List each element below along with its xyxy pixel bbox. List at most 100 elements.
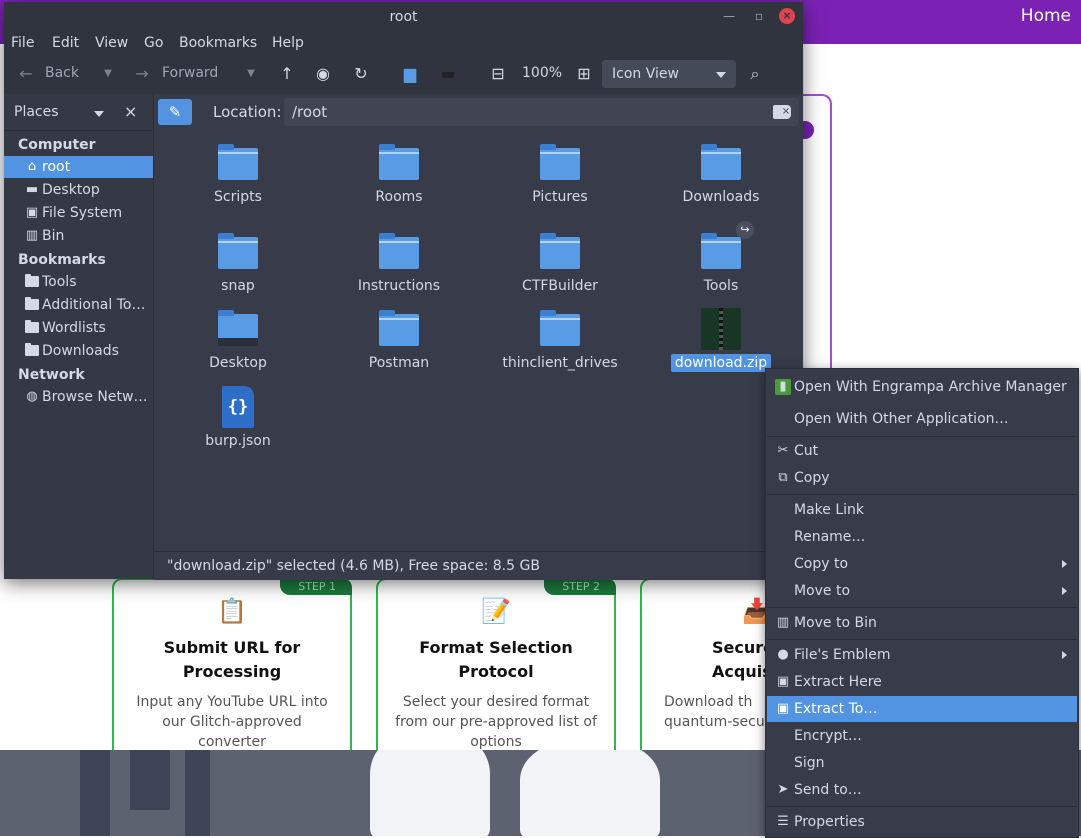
file-item-pictures[interactable]: Pictures [485,144,635,206]
menu-view[interactable]: View [95,35,128,51]
clear-icon[interactable]: × [773,105,791,119]
close-icon[interactable]: × [124,102,137,121]
sidebar-pane-select[interactable]: Places [14,104,59,120]
menu-send-to[interactable]: ➤ Send to… [767,777,1077,803]
title-bar[interactable]: root — ▫ × [4,2,803,32]
sidebar-item-label: Desktop [42,182,100,198]
sidebar-item-desktop[interactable]: ▬ Desktop [4,179,153,201]
sidebar-item-downloads[interactable]: Downloads [4,340,153,362]
reload-icon[interactable]: ↻ [351,64,371,84]
menu-move-to[interactable]: Move to [767,578,1077,604]
trash-icon: ▥ [776,615,790,630]
step-title: Secure Acquis [712,638,774,681]
sidebar-item-additional-tools[interactable]: Additional To… [4,294,153,316]
menu-encrypt[interactable]: Encrypt… [767,723,1077,749]
file-item-instructions[interactable]: Instructions [324,233,474,295]
file-name: Rooms [375,189,423,205]
menu-help[interactable]: Help [272,35,304,51]
minimize-icon[interactable]: — [721,8,737,24]
close-icon[interactable]: × [779,8,795,24]
menu-file[interactable]: File [11,35,34,51]
file-item-tools-link[interactable]: ↪ Tools [646,221,796,295]
menu-make-link[interactable]: Make Link [767,497,1077,523]
zoom-out-icon[interactable]: ⊟ [488,64,508,84]
menu-extract-to[interactable]: ▣ Extract To… [767,696,1077,722]
menu-copy[interactable]: ⧉ Copy [767,465,1077,491]
file-item-snap[interactable]: snap [163,233,313,295]
sidebar-item-label: Downloads [42,343,119,359]
trash-icon: ▥ [25,228,39,243]
zoom-in-icon[interactable]: ⊞ [574,64,594,84]
sidebar: Places × Computer ⌂ root ▬ Desktop ▣ Fil… [4,94,154,579]
menu-copy-to[interactable]: Copy to [767,551,1077,577]
sidebar-item-file-system[interactable]: ▣ File System [4,202,153,224]
menu-extract-here[interactable]: ▣ Extract Here [767,669,1077,695]
location-input[interactable]: /root × [284,98,799,126]
computer-icon[interactable]: ▬ [438,64,458,84]
file-item-burp-json[interactable]: {} burp.json [163,386,313,450]
zoom-level: 100% [522,65,563,81]
back-history-dropdown-icon[interactable]: ▼ [98,64,118,84]
folder-icon [379,233,419,269]
menu-edit[interactable]: Edit [52,35,79,51]
file-name: Pictures [532,189,588,205]
search-icon[interactable]: ⌕ [745,64,765,84]
sidebar-item-wordlists[interactable]: Wordlists [4,317,153,339]
file-item-postman[interactable]: Postman [324,310,474,372]
menu-item-label: Properties [794,814,865,830]
menu-properties[interactable]: ☰ Properties [767,809,1077,835]
menu-item-label: Extract To… [794,701,878,717]
menu-separator [767,607,1077,608]
view-mode-select[interactable]: Icon View [602,60,736,88]
menu-item-label: Open With Engrampa Archive Manager [794,379,1067,395]
archive-extract-icon: ▣ [776,674,790,689]
menu-open-with-engrampa[interactable]: ▮ Open With Engrampa Archive Manager [767,374,1077,400]
file-item-rooms[interactable]: Rooms [324,144,474,206]
menu-rename[interactable]: Rename… [767,524,1077,550]
menu-sign[interactable]: Sign [767,750,1077,776]
context-menu: ▮ Open With Engrampa Archive Manager Ope… [765,368,1079,838]
file-name: Downloads [682,189,760,205]
menu-go[interactable]: Go [144,35,163,51]
home-icon: ⌂ [27,159,37,174]
zip-archive-icon [701,308,741,350]
file-item-scripts[interactable]: Scripts [163,144,313,206]
scissors-icon: ✂ [777,443,789,458]
menu-separator [767,639,1077,640]
menu-item-label: Make Link [794,502,864,518]
back-button[interactable]: Back [45,65,79,81]
sidebar-item-tools[interactable]: Tools [4,271,153,293]
nav-home-link[interactable]: Home [1021,6,1071,26]
menu-files-emblem[interactable]: ● File's Emblem [767,642,1077,668]
folder-icon [379,310,419,346]
forward-history-dropdown-icon[interactable]: ▼ [241,64,261,84]
file-item-desktop[interactable]: Desktop [163,310,313,372]
menu-cut[interactable]: ✂ Cut [767,438,1077,464]
sidebar-item-browse-network[interactable]: ◍ Browse Netw… [4,386,153,408]
sidebar-item-bin[interactable]: ▥ Bin [4,225,153,247]
stop-icon[interactable]: ◉ [313,64,333,84]
sidebar-item-root[interactable]: ⌂ root [4,156,153,178]
submenu-arrow-icon [1062,560,1067,568]
forward-arrow-icon[interactable]: → [132,64,152,84]
menu-move-to-bin[interactable]: ▥ Move to Bin [767,610,1077,636]
chevron-down-icon[interactable] [94,111,104,117]
forward-button[interactable]: Forward [162,65,218,81]
window-title: root [389,9,418,25]
back-arrow-icon[interactable]: ← [16,64,36,84]
chevron-down-icon [716,72,726,78]
edit-location-button[interactable]: ✎ [158,99,192,125]
file-item-thinclient-drives[interactable]: thinclient_drives [485,310,635,372]
sidebar-category-computer: Computer [18,137,96,153]
menu-open-with-other[interactable]: Open With Other Application… [767,406,1077,432]
maximize-icon[interactable]: ▫ [751,8,767,24]
file-item-ctfbuilder[interactable]: CTFBuilder [485,233,635,295]
home-folder-icon[interactable]: ▆ [400,64,420,84]
menu-item-label: Copy to [794,556,849,572]
up-arrow-icon[interactable]: ↑ [277,64,297,84]
menu-bookmarks[interactable]: Bookmarks [179,35,257,51]
file-item-downloads[interactable]: Downloads [646,144,796,206]
drive-icon: ▣ [25,205,39,220]
file-name: Instructions [357,278,441,294]
file-item-download-zip[interactable]: download.zip [646,308,796,372]
